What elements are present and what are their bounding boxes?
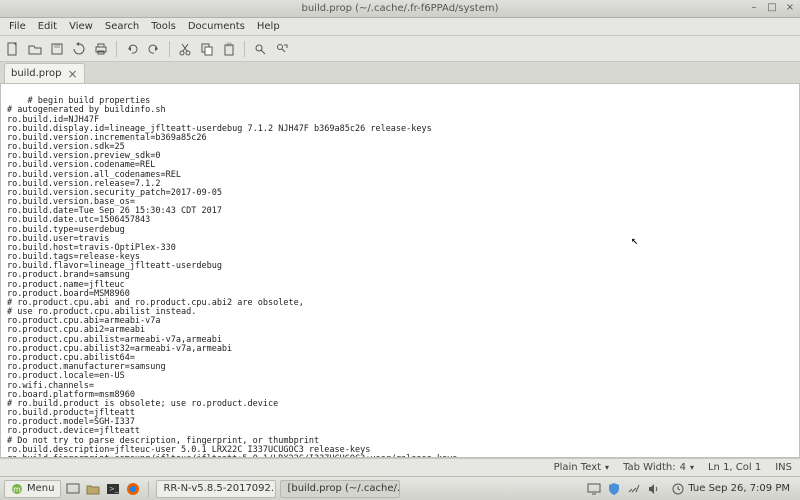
tab-buildprop[interactable]: build.prop ×	[4, 63, 85, 83]
redo-icon[interactable]	[145, 40, 163, 58]
cut-icon[interactable]	[176, 40, 194, 58]
close-button[interactable]: ×	[784, 2, 796, 14]
menu-view[interactable]: View	[64, 20, 98, 33]
svg-text:m: m	[13, 485, 21, 494]
save-icon[interactable]	[48, 40, 66, 58]
menu-help[interactable]: Help	[252, 20, 285, 33]
status-tabwidth[interactable]: Tab Width:4▾	[623, 462, 694, 473]
open-icon[interactable]	[26, 40, 44, 58]
minimize-button[interactable]: –	[748, 2, 760, 14]
copy-icon[interactable]	[198, 40, 216, 58]
svg-text:>_: >_	[109, 485, 119, 493]
start-menu-button[interactable]: m Menu	[4, 480, 61, 498]
network-icon[interactable]	[626, 481, 642, 497]
clock-icon	[672, 483, 684, 495]
show-desktop-icon[interactable]	[65, 481, 81, 497]
display-icon[interactable]	[586, 481, 602, 497]
task-rr[interactable]: RR-N-v5.8.5-2017092...	[156, 480, 276, 498]
clock[interactable]: Tue Sep 26, 7:09 PM	[666, 483, 796, 495]
mint-logo-icon: m	[11, 483, 23, 495]
tab-close-icon[interactable]: ×	[67, 68, 77, 80]
taskbar-separator	[148, 481, 149, 497]
replace-icon[interactable]	[273, 40, 291, 58]
statusbar: Plain Text▾ Tab Width:4▾ Ln 1, Col 1 INS	[0, 458, 800, 476]
taskbar: m Menu >_ RR-N-v5.8.5-2017092... [build.…	[0, 476, 800, 500]
toolbar-separator	[116, 41, 117, 57]
updates-shield-icon[interactable]	[606, 481, 622, 497]
revert-icon[interactable]	[70, 40, 88, 58]
mouse-cursor-icon: ↖	[631, 234, 638, 247]
new-file-icon[interactable]	[4, 40, 22, 58]
status-language[interactable]: Plain Text▾	[554, 462, 609, 473]
editor-text: # begin build properties # autogenerated…	[7, 96, 457, 458]
menu-edit[interactable]: Edit	[33, 20, 62, 33]
undo-icon[interactable]	[123, 40, 141, 58]
volume-icon[interactable]	[646, 481, 662, 497]
menubar: File Edit View Search Tools Documents He…	[0, 18, 800, 36]
toolbar	[0, 36, 800, 62]
toolbar-separator	[244, 41, 245, 57]
tabbar: build.prop ×	[0, 62, 800, 84]
find-icon[interactable]	[251, 40, 269, 58]
status-insert-mode[interactable]: INS	[775, 462, 792, 473]
firefox-icon[interactable]	[125, 481, 141, 497]
task-buildprop[interactable]: [build.prop (~/.cache/.f...	[280, 480, 400, 498]
menu-search[interactable]: Search	[100, 20, 144, 33]
menu-documents[interactable]: Documents	[183, 20, 250, 33]
terminal-icon[interactable]: >_	[105, 481, 121, 497]
editor-area[interactable]: # begin build properties # autogenerated…	[0, 84, 800, 458]
toolbar-separator	[169, 41, 170, 57]
menu-tools[interactable]: Tools	[146, 20, 181, 33]
files-icon[interactable]	[85, 481, 101, 497]
print-icon[interactable]	[92, 40, 110, 58]
titlebar: build.prop (~/.cache/.fr-f6PPAd/system) …	[0, 0, 800, 18]
maximize-button[interactable]: □	[766, 2, 778, 14]
tab-label: build.prop	[11, 68, 61, 79]
menu-file[interactable]: File	[4, 20, 31, 33]
window-title: build.prop (~/.cache/.fr-f6PPAd/system)	[0, 3, 800, 14]
paste-icon[interactable]	[220, 40, 238, 58]
status-position: Ln 1, Col 1	[708, 462, 761, 473]
